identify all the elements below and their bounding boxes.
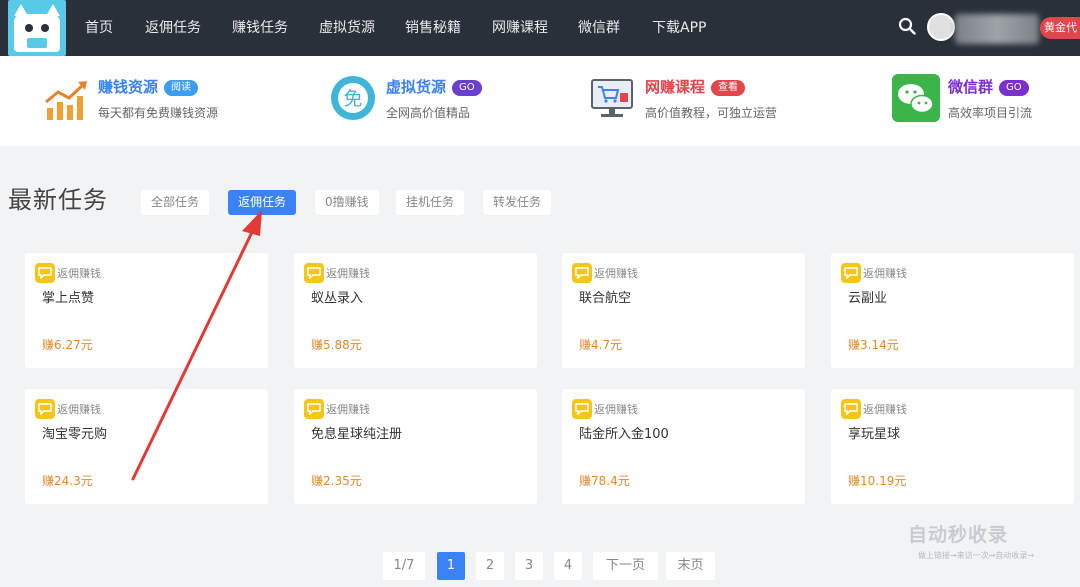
task-category: 返佣赚钱 xyxy=(326,267,370,280)
site-logo[interactable] xyxy=(8,0,66,56)
task-card[interactable]: 返佣赚钱 陆金所入金100 赚78.4元 xyxy=(562,389,805,504)
nav-item-download-app[interactable]: 下载APP xyxy=(652,18,706,38)
filter-all-tasks[interactable]: 全部任务 xyxy=(141,190,210,215)
feature-money-resources[interactable]: 赚钱资源 阅读 每天都有免费赚钱资源 xyxy=(42,74,272,130)
task-name: 蚁丛录入 xyxy=(311,291,364,306)
avatar[interactable] xyxy=(927,13,955,41)
nav-item-virtual-goods[interactable]: 虚拟货源 xyxy=(319,18,375,38)
watermark-sub: 做上链接→来访一次→自动收录→ xyxy=(918,551,1035,560)
task-card[interactable]: 返佣赚钱 蚁丛录入 赚5.88元 xyxy=(294,253,537,368)
feature-wechat-group[interactable]: 微信群 GO 高效率项目引流 xyxy=(892,74,1077,130)
task-reward: 赚10.19元 xyxy=(848,474,907,488)
task-name: 陆金所入金100 xyxy=(579,427,669,442)
feature-desc: 全网高价值精品 xyxy=(386,106,471,120)
watermark: 自动秒收录 做上链接→来访一次→自动收录→ xyxy=(908,518,1068,568)
chat-badge-icon xyxy=(304,399,324,419)
task-card[interactable]: 返佣赚钱 掌上点赞 赚6.27元 xyxy=(25,253,268,368)
task-category: 返佣赚钱 xyxy=(594,403,638,416)
page-1-button[interactable]: 1 xyxy=(437,552,465,580)
task-card[interactable]: 返佣赚钱 联合航空 赚4.7元 xyxy=(562,253,805,368)
filter-share-tasks[interactable]: 转发任务 xyxy=(483,190,552,215)
search-icon[interactable] xyxy=(898,17,916,35)
feature-title: 赚钱资源 阅读 xyxy=(98,76,199,98)
chat-badge-icon xyxy=(841,263,861,283)
nav-item-money-tasks[interactable]: 赚钱任务 xyxy=(232,18,288,38)
feature-title: 网赚课程 查看 xyxy=(645,76,746,98)
task-category: 返佣赚钱 xyxy=(863,267,907,280)
go-badge[interactable]: GO xyxy=(452,80,482,96)
chat-badge-icon xyxy=(841,399,861,419)
feature-virtual-goods[interactable]: 免 虚拟货源 GO 全网高价值精品 xyxy=(330,74,560,130)
task-reward: 赚2.35元 xyxy=(311,474,362,488)
chat-badge-icon xyxy=(35,399,55,419)
task-reward: 赚24.3元 xyxy=(42,474,93,488)
task-reward: 赚78.4元 xyxy=(579,474,630,488)
page-2-button[interactable]: 2 xyxy=(476,552,504,580)
blurred-username xyxy=(955,14,1039,44)
watermark-main: 自动秒收录 xyxy=(908,524,1009,546)
task-reward: 赚5.88元 xyxy=(311,338,362,352)
task-card[interactable]: 返佣赚钱 云副业 赚3.14元 xyxy=(831,253,1074,368)
task-name: 淘宝零元购 xyxy=(42,427,108,442)
svg-text:免: 免 xyxy=(343,88,362,110)
filter-idle-tasks[interactable]: 挂机任务 xyxy=(396,190,465,215)
feature-desc: 每天都有免费赚钱资源 xyxy=(98,106,219,120)
read-badge[interactable]: 阅读 xyxy=(164,80,199,96)
task-card[interactable]: 返佣赚钱 免息星球纯注册 赚2.35元 xyxy=(294,389,537,504)
go-badge[interactable]: GO xyxy=(999,80,1029,96)
chat-badge-icon xyxy=(572,399,592,419)
chat-badge-icon xyxy=(572,263,592,283)
task-reward: 赚3.14元 xyxy=(848,338,899,352)
chat-badge-icon xyxy=(35,263,55,283)
view-badge[interactable]: 查看 xyxy=(711,80,746,96)
feature-courses[interactable]: 网赚课程 查看 高价值教程，可独立运营 xyxy=(589,74,819,130)
vip-badge[interactable]: 黄金代 xyxy=(1040,17,1080,39)
filter-rebate-tasks[interactable]: 返佣任务 xyxy=(228,190,297,215)
task-category: 返佣赚钱 xyxy=(594,267,638,280)
page-3-button[interactable]: 3 xyxy=(515,552,543,580)
nav-item-courses[interactable]: 网赚课程 xyxy=(492,18,548,38)
task-category: 返佣赚钱 xyxy=(57,403,101,416)
feature-bar: 赚钱资源 阅读 每天都有免费赚钱资源 免 虚拟货源 GO 全网高价值精品 网赚课程查… xyxy=(0,56,1080,146)
task-reward: 赚6.27元 xyxy=(42,338,93,352)
nav-item-sales-secrets[interactable]: 销售秘籍 xyxy=(405,18,461,38)
chat-badge-icon xyxy=(304,263,324,283)
feature-desc: 高价值教程，可独立运营 xyxy=(645,106,778,120)
feature-title: 微信群 GO xyxy=(948,76,1029,98)
task-name: 免息星球纯注册 xyxy=(311,427,403,442)
task-name: 享玩星球 xyxy=(848,427,901,442)
chart-up-icon xyxy=(45,81,87,120)
task-category: 返佣赚钱 xyxy=(326,403,370,416)
feature-title: 虚拟货源 GO xyxy=(386,76,482,98)
nav-item-home[interactable]: 首页 xyxy=(85,18,113,38)
task-category: 返佣赚钱 xyxy=(57,267,101,280)
task-reward: 赚4.7元 xyxy=(579,338,623,352)
shopping-monitor-icon xyxy=(591,79,633,117)
filter-zero-cost[interactable]: 0撸赚钱 xyxy=(315,190,379,215)
nav-item-rebate-tasks[interactable]: 返佣任务 xyxy=(145,18,201,38)
task-name: 云副业 xyxy=(848,291,888,306)
task-name: 掌上点赞 xyxy=(42,291,95,306)
coupon-icon: 免 xyxy=(331,76,375,120)
page-info: 1/7 xyxy=(383,552,425,580)
task-category: 返佣赚钱 xyxy=(863,403,907,416)
task-name: 联合航空 xyxy=(579,291,632,306)
section-title: 最新任务 xyxy=(8,186,108,214)
next-page-button[interactable]: 下一页 xyxy=(593,552,658,580)
last-page-button[interactable]: 末页 xyxy=(666,552,715,580)
task-card[interactable]: 返佣赚钱 享玩星球 赚10.19元 xyxy=(831,389,1074,504)
feature-desc: 高效率项目引流 xyxy=(948,106,1033,120)
nav-item-wechat-group[interactable]: 微信群 xyxy=(578,18,620,38)
wechat-icon xyxy=(892,74,940,122)
page-4-button[interactable]: 4 xyxy=(554,552,582,580)
top-nav: 首页 返佣任务 赚钱任务 虚拟货源 销售秘籍 网赚课程 微信群 下载APP 黄金… xyxy=(0,0,1080,56)
task-card[interactable]: 返佣赚钱 淘宝零元购 赚24.3元 xyxy=(25,389,268,504)
